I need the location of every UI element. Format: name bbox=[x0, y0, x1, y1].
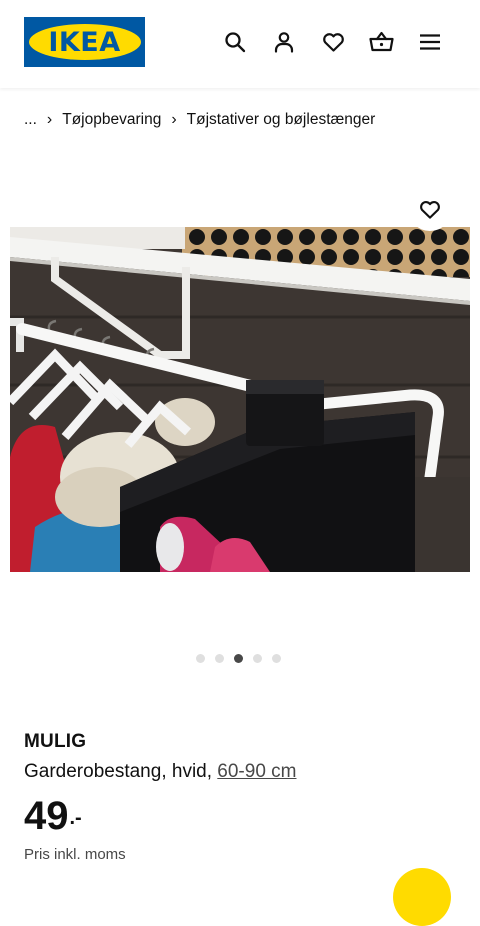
breadcrumb-clothes-racks[interactable]: Tøjstativer og bøjlestænger bbox=[187, 111, 376, 129]
ikea-logo[interactable]: IKEA bbox=[24, 17, 145, 67]
product-image[interactable] bbox=[10, 227, 470, 572]
image-carousel-indicators bbox=[196, 654, 281, 663]
heart-icon[interactable] bbox=[317, 26, 349, 58]
logo-text: IKEA bbox=[48, 26, 121, 58]
carousel-dot[interactable] bbox=[215, 654, 224, 663]
breadcrumb-ellipsis[interactable]: ... bbox=[24, 111, 37, 129]
price-integer: 49 bbox=[24, 794, 69, 838]
search-icon[interactable] bbox=[219, 26, 251, 58]
chevron-right-icon: › bbox=[46, 111, 53, 128]
breadcrumb-clothes-storage[interactable]: Tøjopbevaring bbox=[62, 111, 161, 129]
heart-icon bbox=[420, 200, 440, 219]
menu-icon[interactable] bbox=[414, 26, 446, 58]
price-suffix: .- bbox=[69, 807, 82, 829]
product-description: Garderobestang, hvid, 60-90 cm bbox=[24, 761, 297, 783]
product-name: MULIG bbox=[24, 731, 87, 752]
add-to-favourites-button[interactable] bbox=[408, 187, 452, 231]
basket-icon[interactable] bbox=[365, 26, 397, 58]
carousel-dot[interactable] bbox=[196, 654, 205, 663]
product-price: 49 .- bbox=[24, 792, 82, 844]
product-measurement-link[interactable]: 60-90 cm bbox=[217, 761, 296, 782]
carousel-dot-active[interactable] bbox=[234, 654, 243, 663]
chat-button[interactable] bbox=[393, 868, 451, 926]
breadcrumb: ... › Tøjopbevaring › Tøjstativer og bøj… bbox=[24, 108, 375, 132]
chevron-right-icon: › bbox=[171, 111, 177, 128]
logo-ellipse: IKEA bbox=[28, 24, 141, 60]
site-header: IKEA bbox=[0, 0, 480, 88]
carousel-dot[interactable] bbox=[253, 654, 262, 663]
carousel-dot[interactable] bbox=[272, 654, 281, 663]
vat-note: Pris inkl. moms bbox=[24, 846, 126, 863]
product-description-text: Garderobestang, hvid, bbox=[24, 761, 218, 782]
user-icon[interactable] bbox=[268, 26, 300, 58]
